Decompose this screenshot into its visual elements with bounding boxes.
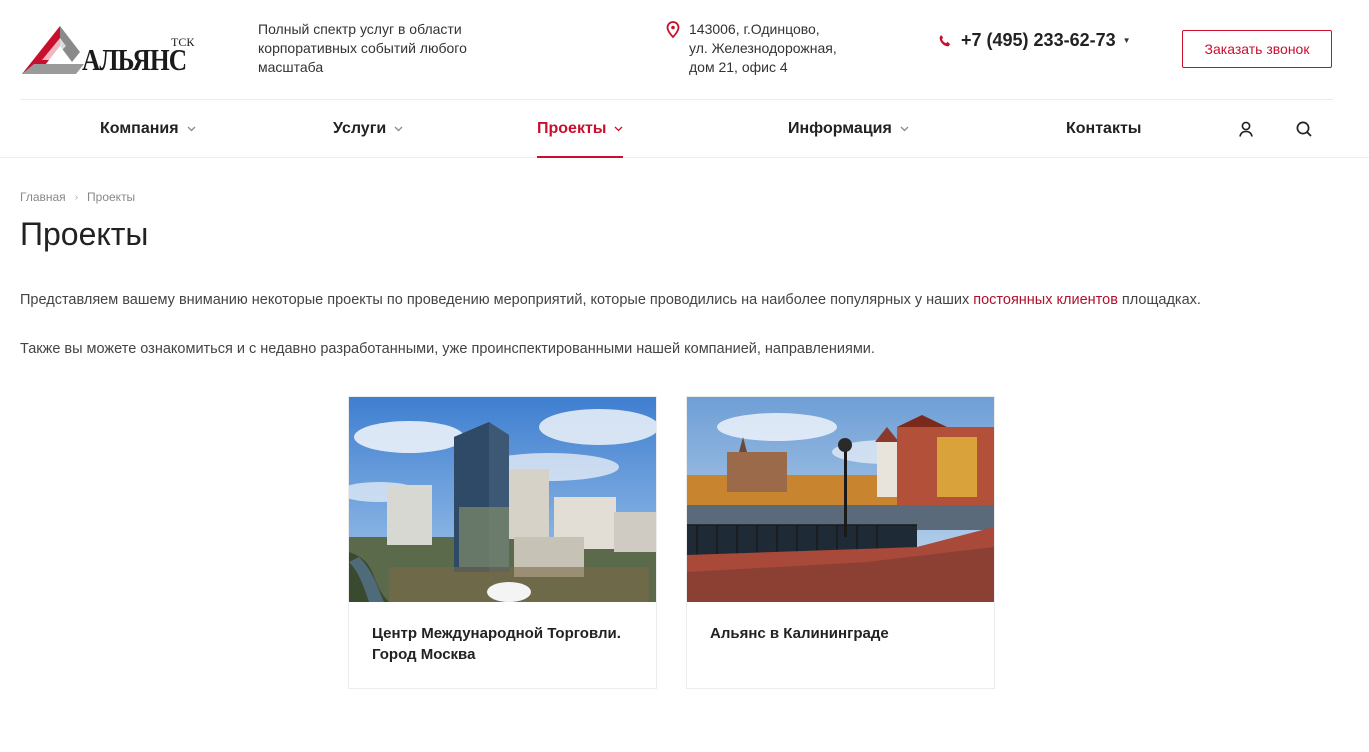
intro-text-before: Представляем вашему вниманию некоторые п… xyxy=(20,292,974,308)
user-icon[interactable] xyxy=(1235,118,1257,140)
chevron-down-icon xyxy=(394,126,403,132)
project-title-line-1: Альянс в Калининграде xyxy=(710,625,889,642)
breadcrumb-current: Проекты xyxy=(87,190,136,204)
address-line-1: 143006, г.Одинцово, xyxy=(689,21,820,37)
nav-item-label: Контакты xyxy=(1066,120,1142,137)
location-pin-icon xyxy=(666,21,680,43)
breadcrumb-home[interactable]: Главная xyxy=(20,190,66,204)
project-title-line-1: Центр Международной Торговли. xyxy=(372,625,621,642)
phone-number[interactable]: +7 (495) 233-62-73 xyxy=(961,30,1116,51)
header-top: АЛЬЯНС ТСК Полный спектр услуг в области… xyxy=(0,0,1369,100)
chevron-down-icon xyxy=(614,126,623,132)
address: 143006, г.Одинцово, ул. Железнодорожная,… xyxy=(666,20,866,77)
project-title-line-2: Город Москва xyxy=(372,646,476,663)
breadcrumb: Главная › Проекты xyxy=(20,190,135,204)
nav-item-services[interactable]: Услуги xyxy=(333,100,403,158)
intro-paragraph-second: Также вы можете ознакомиться и с недавно… xyxy=(20,341,875,357)
logo[interactable]: АЛЬЯНС ТСК xyxy=(20,24,195,78)
project-card-title[interactable]: Центр Международной Торговли. Город Моск… xyxy=(349,602,656,665)
nav-item-company[interactable]: Компания xyxy=(100,100,196,158)
callback-button[interactable]: Заказать звонок xyxy=(1182,30,1332,68)
project-image-kaliningrad[interactable] xyxy=(687,397,994,602)
page-title: Проекты xyxy=(20,216,149,252)
project-card-kaliningrad[interactable]: Альянс в Калининграде xyxy=(686,396,995,689)
nav-item-projects[interactable]: Проекты xyxy=(537,100,624,158)
intro-paragraph: Представляем вашему вниманию некоторые п… xyxy=(20,290,1350,310)
regular-clients-link[interactable]: постоянных клиентов xyxy=(973,292,1118,308)
chevron-down-icon xyxy=(900,126,909,132)
nav-item-information[interactable]: Информация xyxy=(788,100,909,158)
address-line-2: ул. Железнодорожная, xyxy=(689,40,837,56)
intro-text-after: площадках. xyxy=(1117,292,1201,308)
tagline: Полный спектр услуг в области корпоратив… xyxy=(258,21,467,75)
logo-subtext: ТСК xyxy=(171,35,195,49)
nav-item-label: Проекты xyxy=(537,120,607,137)
search-icon[interactable] xyxy=(1293,118,1315,140)
nav-item-label: Информация xyxy=(788,120,892,137)
nav-item-contacts[interactable]: Контакты xyxy=(1066,100,1141,158)
project-image-moscow[interactable] xyxy=(349,397,656,602)
phone-block[interactable]: +7 (495) 233-62-73 ▼ xyxy=(938,30,1131,51)
main-nav: Компания Услуги Проекты Информация Конта… xyxy=(0,100,1369,158)
project-card-moscow[interactable]: Центр Международной Торговли. Город Моск… xyxy=(348,396,657,689)
phone-icon xyxy=(938,34,952,48)
nav-item-label: Компания xyxy=(100,120,179,137)
project-card-title[interactable]: Альянс в Калининграде xyxy=(687,602,994,644)
caret-down-icon[interactable]: ▼ xyxy=(1123,36,1131,45)
address-line-3: дом 21, офис 4 xyxy=(689,59,788,75)
chevron-right-icon: › xyxy=(74,191,79,203)
nav-item-label: Услуги xyxy=(333,120,387,137)
chevron-down-icon xyxy=(187,126,196,132)
